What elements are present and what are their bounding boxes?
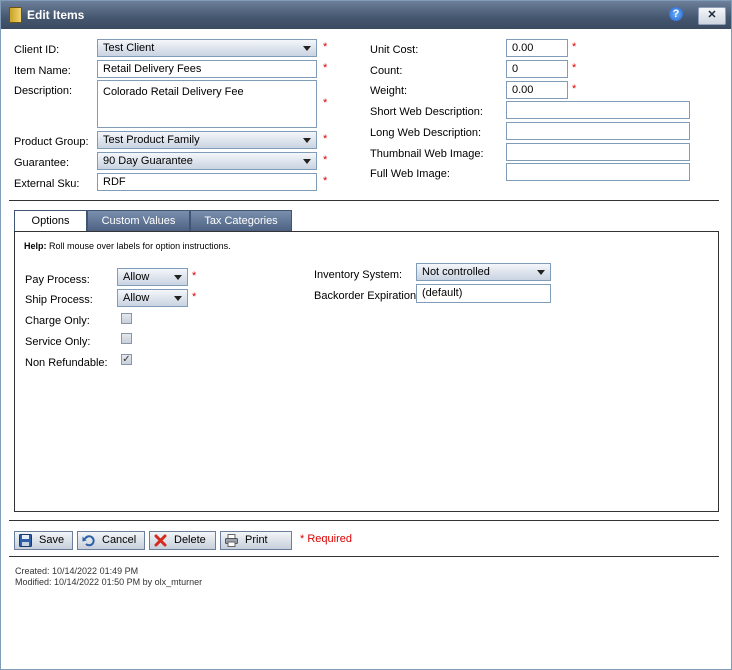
backorder-expiration-input[interactable]: (default) (416, 284, 551, 303)
required-marker: * (572, 62, 577, 74)
non-refundable-label[interactable]: Non Refundable: (25, 357, 108, 369)
unit-cost-input[interactable]: 0.00 (506, 39, 568, 57)
guarantee-label: Guarantee: (14, 157, 70, 169)
product-group-select[interactable]: Test Product Family (97, 131, 317, 149)
item-name-label: Item Name: (14, 65, 71, 77)
required-marker: * (192, 270, 197, 282)
product-group-value: Test Product Family (103, 134, 200, 146)
description-label: Description: (14, 85, 73, 97)
cancel-button[interactable]: Cancel (77, 531, 145, 550)
ship-process-value: Allow (123, 292, 150, 304)
window-app-icon (9, 7, 22, 23)
close-button[interactable]: ✕ (698, 7, 726, 25)
floppy-disk-icon (19, 534, 32, 547)
help-label: Help: (24, 241, 47, 251)
required-marker: * (323, 41, 328, 53)
long-web-description-input[interactable] (506, 122, 690, 140)
edit-items-window: Edit Items ? ✕ Client ID: Test Client * … (0, 0, 732, 670)
tab-tax-categories[interactable]: Tax Categories (190, 210, 292, 232)
ship-process-select[interactable]: Allow (117, 289, 188, 307)
unit-cost-label: Unit Cost: (370, 44, 419, 56)
created-timestamp: Created: 10/14/2022 01:49 PM (15, 566, 139, 576)
options-panel: Help: Roll mouse over labels for option … (14, 231, 719, 512)
service-only-checkbox[interactable] (121, 333, 132, 344)
count-label: Count: (370, 65, 403, 77)
thumbnail-web-image-label: Thumbnail Web Image: (370, 148, 484, 160)
required-marker: * (572, 83, 577, 95)
tab-options[interactable]: Options (14, 210, 87, 232)
tab-custom-values[interactable]: Custom Values (87, 210, 190, 232)
help-line: Help: Roll mouse over labels for option … (24, 241, 231, 251)
required-marker: * (323, 175, 328, 187)
required-marker: * (323, 154, 328, 166)
weight-input[interactable]: 0.00 (506, 81, 568, 99)
client-id-value: Test Client (103, 42, 155, 54)
required-note: * Required (300, 533, 352, 545)
product-group-label: Product Group: (14, 136, 89, 148)
short-web-description-label: Short Web Description: (370, 106, 483, 118)
long-web-description-label: Long Web Description: (370, 127, 482, 139)
ship-process-label[interactable]: Ship Process: (25, 294, 93, 306)
short-web-description-input[interactable] (506, 101, 690, 119)
guarantee-select[interactable]: 90 Day Guarantee (97, 152, 317, 170)
print-label: Print (245, 534, 268, 546)
required-marker: * (192, 291, 197, 303)
help-icon[interactable]: ? (669, 7, 683, 21)
inventory-system-label[interactable]: Inventory System: (314, 269, 402, 281)
count-input[interactable]: 0 (506, 60, 568, 78)
backorder-expiration-label[interactable]: Backorder Expiration: (314, 290, 419, 302)
client-id-select[interactable]: Test Client (97, 39, 317, 57)
cancel-label: Cancel (102, 534, 137, 546)
chevron-down-icon (537, 270, 545, 275)
inventory-system-value: Not controlled (422, 266, 490, 278)
save-label: Save (39, 534, 65, 546)
window-title: Edit Items (27, 8, 85, 22)
charge-only-checkbox[interactable] (121, 313, 132, 324)
delete-x-icon (154, 534, 167, 547)
required-marker: * (572, 41, 577, 53)
printer-icon (225, 534, 238, 547)
divider (9, 556, 719, 557)
pay-process-label[interactable]: Pay Process: (25, 274, 90, 286)
divider (9, 200, 719, 201)
chevron-down-icon (303, 159, 311, 164)
chevron-down-icon (303, 46, 311, 51)
required-marker: * (323, 97, 328, 109)
external-sku-label: External Sku: (14, 178, 80, 190)
divider (9, 520, 719, 521)
pay-process-value: Allow (123, 271, 150, 283)
chevron-down-icon (174, 275, 182, 280)
print-button[interactable]: Print (220, 531, 292, 550)
required-marker: * (323, 133, 328, 145)
title-bar: Edit Items ? ✕ (1, 1, 731, 29)
external-sku-input[interactable]: RDF (97, 173, 317, 191)
charge-only-label[interactable]: Charge Only: (25, 315, 90, 327)
weight-label: Weight: (370, 85, 408, 97)
description-textarea[interactable]: Colorado Retail Delivery Fee (97, 80, 317, 128)
item-name-input[interactable]: Retail Delivery Fees (97, 60, 317, 78)
guarantee-value: 90 Day Guarantee (103, 155, 193, 167)
inventory-system-select[interactable]: Not controlled (416, 263, 551, 281)
pay-process-select[interactable]: Allow (117, 268, 188, 286)
full-web-image-input[interactable] (506, 163, 690, 181)
checkmark-icon: ✓ (122, 354, 131, 365)
service-only-label[interactable]: Service Only: (25, 336, 90, 348)
chevron-down-icon (174, 296, 182, 301)
required-marker: * (323, 62, 328, 74)
undo-icon (82, 535, 95, 547)
full-web-image-label: Full Web Image: (370, 168, 450, 180)
non-refundable-checkbox[interactable]: ✓ (121, 354, 132, 365)
thumbnail-web-image-input[interactable] (506, 143, 690, 161)
save-button[interactable]: Save (14, 531, 73, 550)
modified-timestamp: Modified: 10/14/2022 01:50 PM by olx_mtu… (15, 577, 203, 587)
delete-button[interactable]: Delete (149, 531, 216, 550)
client-id-label: Client ID: (14, 44, 60, 56)
help-text: Roll mouse over labels for option instru… (49, 241, 231, 251)
delete-label: Delete (174, 534, 206, 546)
chevron-down-icon (303, 138, 311, 143)
